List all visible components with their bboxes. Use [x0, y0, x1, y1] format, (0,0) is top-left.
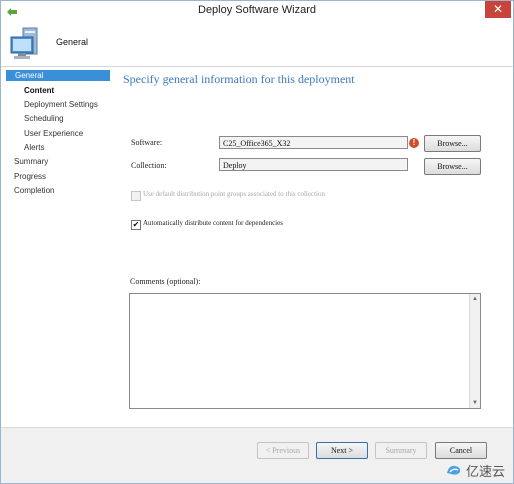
collection-label: Collection: — [131, 161, 167, 170]
comments-scrollbar[interactable]: ▲ ▼ — [469, 294, 480, 408]
nav-item-scheduling[interactable]: Scheduling — [24, 113, 64, 124]
software-field[interactable]: C25_Office365_X32 — [219, 136, 408, 149]
use-default-groups-checkbox[interactable] — [131, 191, 141, 201]
wizard-window: Deploy Software Wizard ✕ General General… — [0, 0, 514, 484]
auto-distribute-checkbox[interactable]: ✔ — [131, 220, 141, 230]
warning-icon: ! — [409, 138, 419, 148]
wizard-footer: < Previous Next > Summary Cancel 亿速云 — [1, 427, 513, 483]
cancel-button[interactable]: Cancel — [435, 442, 487, 459]
computer-icon — [10, 27, 38, 59]
software-label: Software: — [131, 138, 163, 147]
nav-item-alerts[interactable]: Alerts — [24, 142, 44, 153]
wizard-nav: General Content Deployment Settings Sche… — [1, 67, 111, 483]
collection-browse-button[interactable]: Browse... — [424, 158, 481, 175]
summary-button[interactable]: Summary — [375, 442, 427, 459]
page-heading: Specify general information for this dep… — [123, 72, 355, 86]
software-browse-button[interactable]: Browse... — [424, 135, 481, 152]
use-default-groups-label: Use default distribution point groups as… — [143, 190, 325, 198]
nav-item-completion[interactable]: Completion — [14, 185, 54, 196]
comments-label: Comments (optional): — [130, 277, 201, 286]
collection-field[interactable]: Deploy — [219, 158, 408, 171]
title-bar: Deploy Software Wizard ✕ — [1, 1, 513, 21]
auto-distribute-label: Automatically distribute content for dep… — [143, 219, 283, 227]
window-title: Deploy Software Wizard — [198, 4, 316, 16]
scroll-down-icon[interactable]: ▼ — [470, 398, 480, 408]
nav-item-general[interactable]: General — [6, 70, 110, 81]
watermark: 亿速云 — [445, 460, 505, 480]
nav-item-summary[interactable]: Summary — [14, 156, 48, 167]
scroll-up-icon[interactable]: ▲ — [470, 294, 480, 304]
close-button[interactable]: ✕ — [485, 1, 511, 18]
wizard-header: General — [1, 21, 513, 67]
nav-item-content[interactable]: Content — [24, 85, 54, 96]
previous-button[interactable]: < Previous — [257, 442, 309, 459]
watermark-text: 亿速云 — [465, 463, 505, 479]
next-button[interactable]: Next > — [316, 442, 368, 459]
nav-item-deployment-settings[interactable]: Deployment Settings — [24, 99, 98, 110]
header-title: General — [56, 37, 89, 47]
watermark-logo-icon — [446, 465, 461, 475]
nav-item-user-experience[interactable]: User Experience — [24, 128, 83, 139]
nav-item-progress[interactable]: Progress — [14, 171, 46, 182]
comments-textarea[interactable]: ▲ ▼ — [129, 293, 481, 409]
